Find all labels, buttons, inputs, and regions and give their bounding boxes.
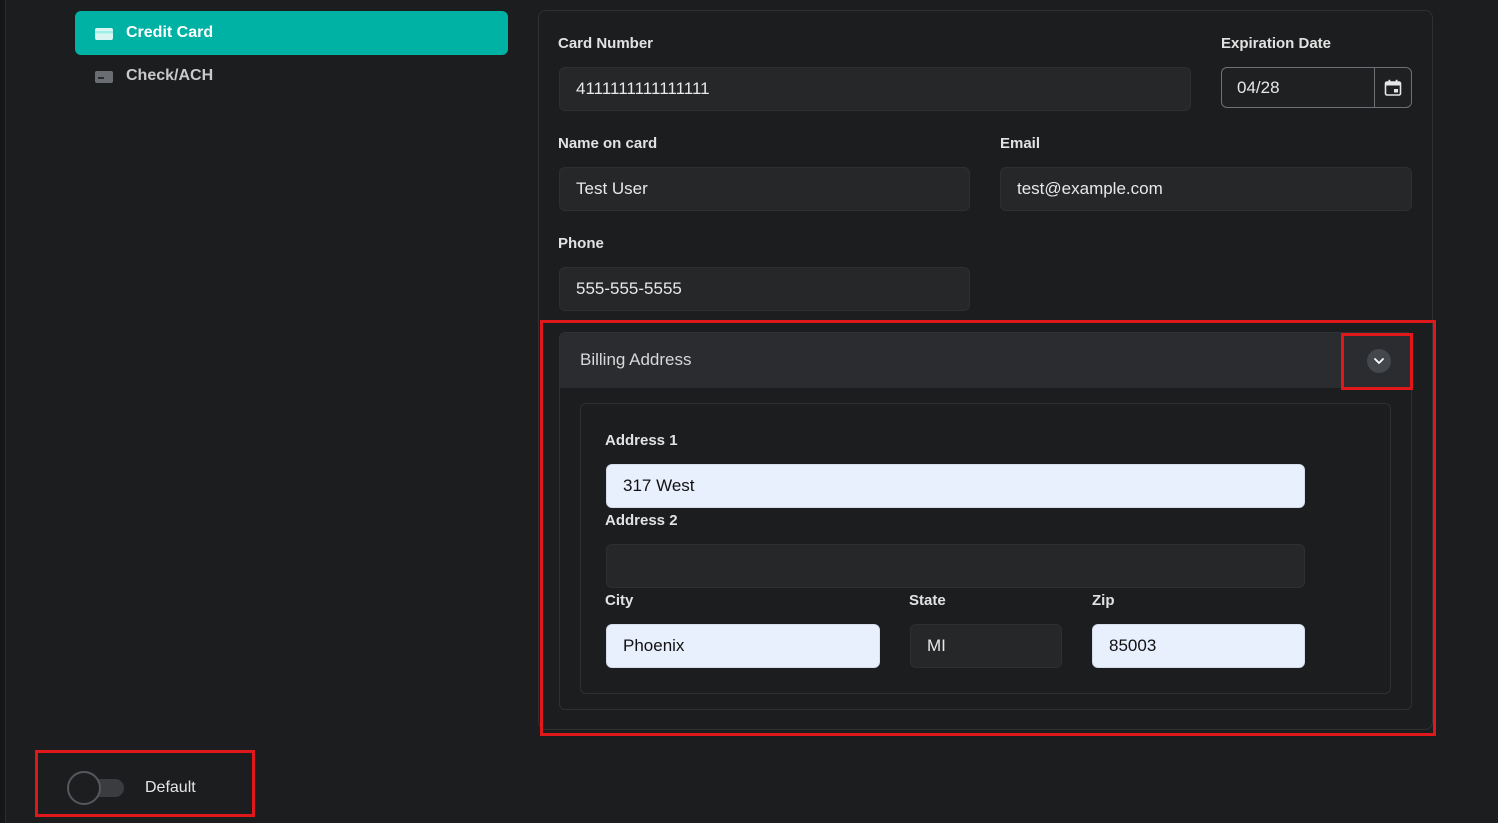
default-toggle[interactable] xyxy=(67,771,125,805)
city-value: Phoenix xyxy=(623,636,685,655)
name-on-card-value: Test User xyxy=(576,179,648,198)
phone-label: Phone xyxy=(558,235,604,252)
payment-method-check-ach[interactable]: Check/ACH xyxy=(75,54,508,98)
address1-input[interactable]: 317 West xyxy=(606,464,1305,508)
address1-label: Address 1 xyxy=(605,432,678,449)
bank-card-icon xyxy=(95,70,113,83)
card-number-label: Card Number xyxy=(558,35,654,52)
phone-value: 555-555-5555 xyxy=(576,279,682,298)
credit-card-icon xyxy=(95,27,113,40)
zip-value: 85003 xyxy=(1109,636,1157,655)
address2-input[interactable] xyxy=(606,544,1305,588)
default-toggle-label: Default xyxy=(145,779,196,796)
toggle-knob xyxy=(67,771,101,805)
city-input[interactable]: Phoenix xyxy=(606,624,880,668)
payment-method-label: Check/ACH xyxy=(126,67,214,84)
zip-input[interactable]: 85003 xyxy=(1092,624,1305,668)
payment-method-credit-card[interactable]: Credit Card xyxy=(75,11,508,55)
name-on-card-label: Name on card xyxy=(558,135,658,152)
state-select[interactable]: MI xyxy=(910,624,1062,668)
state-label: State xyxy=(909,592,946,609)
calendar-icon[interactable] xyxy=(1374,68,1411,107)
left-edge-strip xyxy=(0,0,6,823)
billing-address-title: Billing Address xyxy=(580,350,692,369)
expiration-date-input[interactable]: 04/28 xyxy=(1221,67,1412,108)
address2-label: Address 2 xyxy=(605,512,678,529)
email-input[interactable]: test@example.com xyxy=(1000,167,1412,211)
address1-value: 317 West xyxy=(623,476,695,495)
chevron-down-icon[interactable] xyxy=(1367,349,1391,373)
payment-method-label: Credit Card xyxy=(126,24,214,41)
expiration-date-label: Expiration Date xyxy=(1221,35,1332,52)
email-value: test@example.com xyxy=(1017,179,1163,198)
zip-label: Zip xyxy=(1092,592,1115,609)
expiration-date-value: 04/28 xyxy=(1237,77,1280,97)
name-on-card-input[interactable]: Test User xyxy=(559,167,970,211)
card-number-input[interactable]: 4111111111111111 xyxy=(559,67,1191,111)
phone-input[interactable]: 555-555-5555 xyxy=(559,267,970,311)
billing-address-header[interactable]: Billing Address xyxy=(560,333,1411,388)
city-label: City xyxy=(605,592,634,609)
card-number-value: 4111111111111111 xyxy=(576,79,710,98)
email-label: Email xyxy=(1000,135,1041,152)
state-value: MI xyxy=(927,636,946,655)
